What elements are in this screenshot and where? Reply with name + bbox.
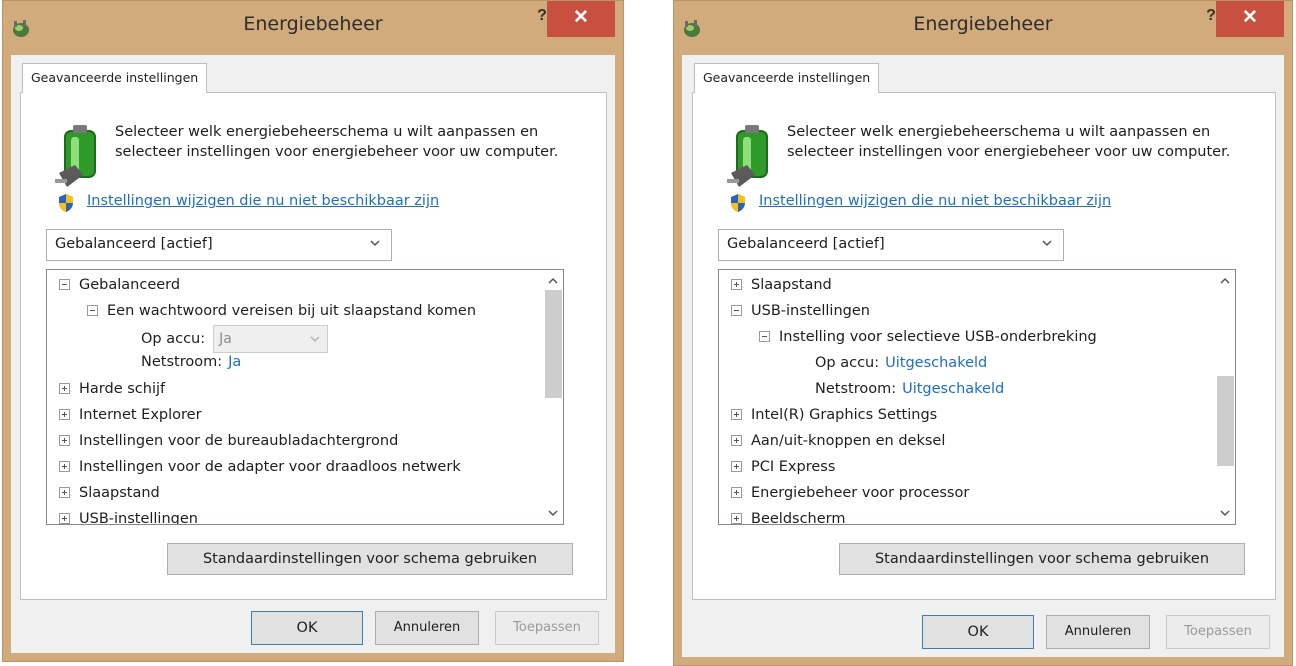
battery-plug-icon xyxy=(727,125,768,187)
uac-shield-icon xyxy=(59,194,73,212)
power-scheme-value: Gebalanceerd [actief] xyxy=(727,236,885,252)
expand-icon[interactable] xyxy=(731,409,742,420)
uac-shield-icon xyxy=(731,194,745,212)
tree-item-intel-graphics[interactable]: Intel(R) Graphics Settings xyxy=(731,404,937,428)
tree-scrollbar[interactable] xyxy=(543,270,563,524)
expand-icon[interactable] xyxy=(59,513,70,524)
dialog-client-area: Geavanceerde instellingen Selecteer welk… xyxy=(11,55,615,653)
advanced-settings-panel: Selecteer welk energiebeheerschema u wil… xyxy=(20,92,607,600)
expand-icon[interactable] xyxy=(731,279,742,290)
tree-item-password-on-wake[interactable]: Een wachtwoord vereisen bij uit slaapsta… xyxy=(87,300,476,324)
power-options-dialog: Energiebeheer ? ✕ Geavanceerde instellin… xyxy=(673,0,1293,666)
tree-item-sleep[interactable]: Slaapstand xyxy=(59,482,160,506)
tree-item-plugged-in: Netstroom: Ja xyxy=(141,354,242,370)
change-unavailable-settings-link[interactable]: Instellingen wijzigen die nu niet beschi… xyxy=(87,193,439,209)
tree-item-display[interactable]: Beeldscherm xyxy=(731,508,846,524)
change-unavailable-settings-link[interactable]: Instellingen wijzigen die nu niet beschi… xyxy=(759,193,1111,209)
collapse-icon[interactable] xyxy=(759,331,770,342)
description-text: Selecteer welk energiebeheerschema u wil… xyxy=(787,124,1231,160)
collapse-icon[interactable] xyxy=(59,279,70,290)
expand-icon[interactable] xyxy=(59,383,70,394)
dialog-client-area: Geavanceerde instellingen Selecteer welk… xyxy=(682,55,1284,657)
tree-item-sleep[interactable]: Slaapstand xyxy=(731,274,832,298)
settings-tree[interactable]: Gebalanceerd Een wachtwoord vereisen bij… xyxy=(46,269,564,525)
expand-icon[interactable] xyxy=(59,435,70,446)
chevron-down-icon xyxy=(370,240,380,247)
tree-scrollbar[interactable] xyxy=(1215,270,1235,524)
collapse-icon[interactable] xyxy=(87,305,98,316)
expand-icon[interactable] xyxy=(59,487,70,498)
cancel-button[interactable]: Annuleren xyxy=(1046,615,1150,649)
collapse-icon[interactable] xyxy=(731,305,742,316)
chevron-down-icon xyxy=(310,336,320,342)
scroll-thumb[interactable] xyxy=(545,290,562,398)
tree-item-usb-selective-suspend[interactable]: Instelling voor selectieve USB-onderbrek… xyxy=(759,326,1097,350)
power-scheme-select[interactable]: Gebalanceerd [actief] xyxy=(718,229,1064,261)
power-scheme-value: Gebalanceerd [actief] xyxy=(55,236,213,252)
expand-icon[interactable] xyxy=(59,409,70,420)
tab-advanced-settings[interactable]: Geavanceerde instellingen xyxy=(22,63,208,93)
tree-item-internet-explorer[interactable]: Internet Explorer xyxy=(59,404,202,428)
tree-item-on-battery: Op accu: Ja xyxy=(141,325,329,353)
settings-tree[interactable]: Slaapstand USB-instellingen Instelling v… xyxy=(718,269,1236,525)
close-button[interactable]: ✕ xyxy=(1216,1,1284,37)
power-scheme-select[interactable]: Gebalanceerd [actief] xyxy=(46,229,392,261)
tree-item-on-battery: Op accu: Uitgeschakeld xyxy=(815,355,988,371)
cancel-button[interactable]: Annuleren xyxy=(375,611,479,645)
on-battery-value-link[interactable]: Uitgeschakeld xyxy=(885,355,987,371)
scroll-thumb[interactable] xyxy=(1217,376,1234,466)
scroll-down-arrow-icon[interactable] xyxy=(1219,508,1231,518)
tree-item-usb-settings[interactable]: USB-instellingen xyxy=(59,508,198,524)
tree-item-hard-disk[interactable]: Harde schijf xyxy=(59,378,165,402)
expand-icon[interactable] xyxy=(731,487,742,498)
on-battery-select: Ja xyxy=(213,325,329,353)
chevron-down-icon xyxy=(1042,240,1052,247)
tree-item-power-buttons-lid[interactable]: Aan/uit-knoppen en deksel xyxy=(731,430,945,454)
battery-plug-icon xyxy=(55,125,96,187)
tree-item-gebalanceerd[interactable]: Gebalanceerd xyxy=(59,274,180,298)
tree-item-processor-power[interactable]: Energiebeheer voor processor xyxy=(731,482,969,506)
apply-button: Toepassen xyxy=(1166,615,1270,649)
tree-item-pci-express[interactable]: PCI Express xyxy=(731,456,835,480)
scroll-up-arrow-icon[interactable] xyxy=(1219,276,1231,286)
tree-item-usb-settings[interactable]: USB-instellingen xyxy=(731,300,870,324)
restore-defaults-button[interactable]: Standaardinstellingen voor schema gebrui… xyxy=(167,543,573,575)
tree-item-plugged-in: Netstroom: Uitgeschakeld xyxy=(815,381,1005,397)
tab-advanced-settings[interactable]: Geavanceerde instellingen xyxy=(694,63,880,93)
plugged-in-value-link[interactable]: Ja xyxy=(228,354,241,370)
restore-defaults-button[interactable]: Standaardinstellingen voor schema gebrui… xyxy=(839,543,1245,575)
scroll-up-arrow-icon[interactable] xyxy=(547,276,559,286)
tree-item-desktop-background[interactable]: Instellingen voor de bureaubladachtergro… xyxy=(59,430,398,454)
advanced-settings-panel: Selecteer welk energiebeheerschema u wil… xyxy=(692,92,1276,600)
tree-item-wireless-adapter[interactable]: Instellingen voor de adapter voor draadl… xyxy=(59,456,461,480)
ok-button[interactable]: OK xyxy=(922,615,1034,649)
close-button[interactable]: ✕ xyxy=(547,1,615,37)
plugged-in-value-link[interactable]: Uitgeschakeld xyxy=(902,381,1004,397)
expand-icon[interactable] xyxy=(59,461,70,472)
apply-button: Toepassen xyxy=(495,611,599,645)
scroll-down-arrow-icon[interactable] xyxy=(547,508,559,518)
description-text: Selecteer welk energiebeheerschema u wil… xyxy=(115,124,559,160)
expand-icon[interactable] xyxy=(731,461,742,472)
expand-icon[interactable] xyxy=(731,435,742,446)
expand-icon[interactable] xyxy=(731,513,742,524)
title-bar[interactable]: Energiebeheer ? ✕ xyxy=(674,1,1292,55)
title-bar[interactable]: Energiebeheer ? ✕ xyxy=(3,1,623,55)
power-options-dialog: Energiebeheer ? ✕ Geavanceerde instellin… xyxy=(2,0,624,662)
ok-button[interactable]: OK xyxy=(251,611,363,645)
